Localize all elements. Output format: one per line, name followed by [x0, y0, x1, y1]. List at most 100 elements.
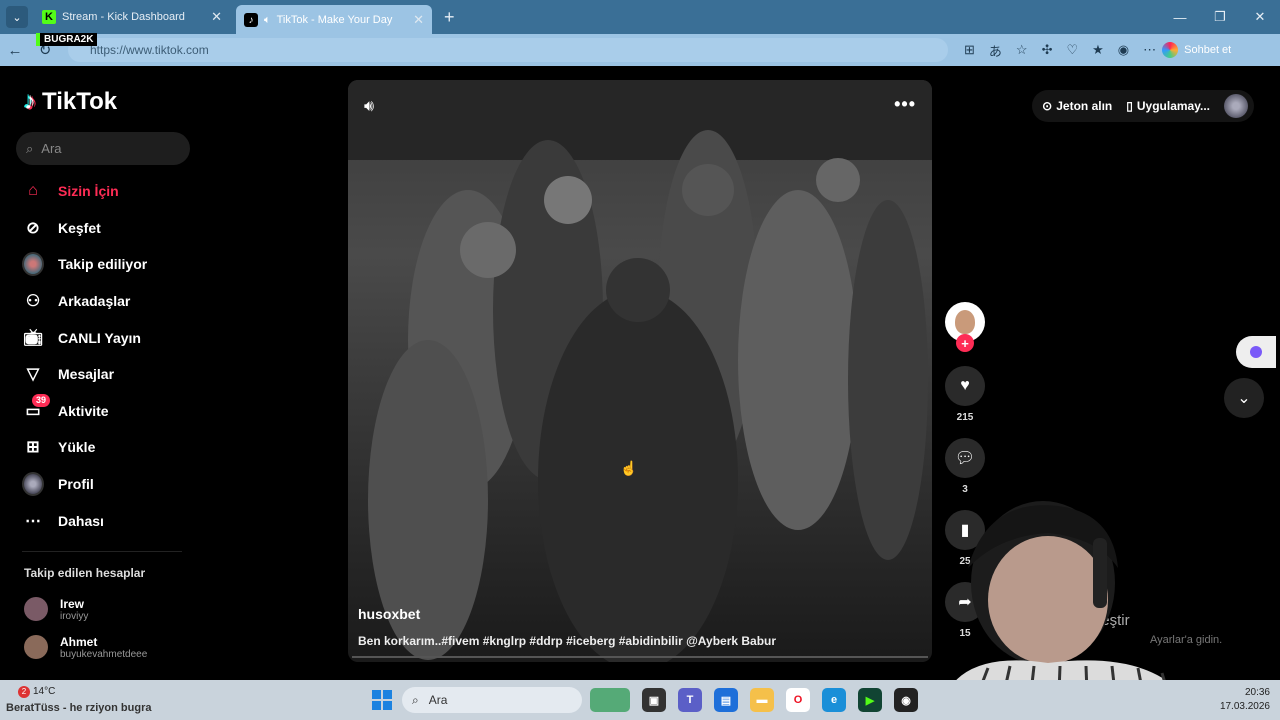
weather-badge: 2: [18, 686, 30, 698]
sidebar-item-upload[interactable]: ⊞ Yükle: [22, 429, 147, 466]
sidebar-item-explore[interactable]: ⊘ Keşfet: [22, 210, 147, 247]
minimize-icon[interactable]: —: [1160, 0, 1200, 34]
side-widget-button[interactable]: [1236, 336, 1276, 368]
logo-text: TikTok: [42, 88, 118, 115]
tab-title: TikTok - Make Your Day: [276, 14, 393, 26]
close-tab-icon[interactable]: ✕: [413, 12, 424, 28]
creator-avatar[interactable]: +: [945, 302, 985, 352]
favorite-star-icon[interactable]: ☆: [1016, 42, 1028, 58]
tab-actions-menu-icon[interactable]: ⌄: [6, 6, 28, 28]
phone-icon: ▯: [1126, 99, 1133, 113]
sidebar-item-profile[interactable]: Profil: [22, 466, 147, 503]
next-video-button[interactable]: ⌄: [1224, 378, 1264, 418]
copilot-chat-button[interactable]: Sohbet et: [1162, 42, 1231, 58]
browser-essentials-icon[interactable]: ♡: [1066, 42, 1078, 58]
video-player[interactable]: 🔊︎ ••• husoxbet Ben korkarım..#fivem #kn…: [348, 80, 932, 662]
activity-badge: 39: [32, 393, 51, 407]
url-field[interactable]: https://www.tiktok.com: [68, 38, 948, 62]
store-icon[interactable]: ▤: [714, 688, 738, 712]
kick-app-icon[interactable]: ▶: [858, 688, 882, 712]
taskbar-search[interactable]: ⌕ Ara: [402, 687, 582, 713]
heart-icon: ♥: [960, 377, 970, 394]
settings-more-icon[interactable]: ⋯: [1143, 42, 1156, 58]
speaker-icon[interactable]: 🔈︎: [264, 14, 271, 27]
apps-icon[interactable]: ⊞: [964, 42, 975, 58]
account-handle: buyukevahmetdeee: [60, 648, 148, 660]
video-caption: Ben korkarım..#fivem #knglrp #ddrp #iceb…: [358, 634, 777, 648]
sidebar-item-label: Arkadaşlar: [58, 293, 131, 310]
tab-title: Stream - Kick Dashboard: [62, 11, 185, 23]
sidebar-nav: ⌂ Sizin İçin ⊘ Keşfet Takip ediliyor ⚇ A…: [22, 173, 147, 539]
send-icon: ▽: [26, 366, 40, 384]
comment-button[interactable]: 💬︎: [945, 438, 985, 478]
comment-icon: 💬︎: [954, 450, 976, 467]
sidebar-item-messages[interactable]: ▽ Mesajlar: [22, 356, 147, 393]
tab-tiktok[interactable]: ♪ 🔈︎ TikTok - Make Your Day ✕: [236, 5, 432, 35]
back-icon[interactable]: ←: [0, 42, 30, 59]
taskbar-apps: ▣ T ▤ ▬ O e ▶ ◉: [590, 688, 918, 712]
follow-plus-icon[interactable]: +: [956, 334, 974, 352]
get-coins-label: Jeton alın: [1056, 99, 1113, 113]
address-bar-icons: ⊞ あ ☆ ✣ ♡ ★ ◉ ⋯: [964, 41, 1156, 60]
inbox-icon: ▭ 39: [22, 393, 51, 422]
sidebar-item-activity[interactable]: ▭ 39 Aktivite: [22, 393, 147, 430]
copilot-icon: [1162, 42, 1179, 58]
file-explorer-icon[interactable]: ▬: [750, 688, 774, 712]
system-clock[interactable]: 20:36 17.03.2026: [1220, 686, 1270, 714]
profile-avatar: [22, 472, 44, 497]
opera-icon[interactable]: O: [786, 688, 810, 712]
user-avatar[interactable]: [1224, 94, 1248, 118]
tiktok-logo[interactable]: ♪ TikTok: [24, 88, 117, 116]
sidebar-item-label: Takip ediliyor: [58, 256, 148, 273]
weather-widget[interactable]: 2 14°C: [18, 686, 55, 698]
kick-favicon-icon: K: [42, 10, 56, 24]
get-coins-button[interactable]: ⊙ Jeton alın: [1042, 99, 1112, 113]
clock-time: 20:36: [1244, 687, 1270, 698]
followed-account[interactable]: Ahmet buyukevahmetdeee: [24, 628, 147, 666]
new-tab-button[interactable]: +: [444, 7, 455, 28]
tiktok-note-icon: ♪: [24, 88, 36, 115]
volume-icon[interactable]: 🔊︎: [364, 98, 374, 116]
home-icon: ⌂: [28, 182, 38, 200]
sidebar-item-friends[interactable]: ⚇ Arkadaşlar: [22, 283, 147, 320]
followed-accounts-title: Takip edilen hesaplar: [24, 566, 146, 580]
video-author[interactable]: husoxbet: [358, 606, 420, 622]
like-button[interactable]: ♥: [945, 366, 985, 406]
sidebar-item-live[interactable]: 📺︎ CANLI Yayın: [22, 319, 147, 356]
clock-date: 17.03.2026: [1219, 701, 1270, 712]
windows-taskbar: 2 14°C BeratTüss - he rziyon bugra ⌕ Ara …: [0, 680, 1280, 720]
search-input[interactable]: ⌕ Ara: [16, 132, 190, 165]
maximize-icon[interactable]: ❐: [1200, 0, 1240, 34]
profile-icon[interactable]: ◉: [1118, 42, 1129, 58]
sidebar-item-more[interactable]: ⋯ Dahası: [22, 502, 147, 539]
account-name: Irew: [60, 596, 85, 611]
get-app-button[interactable]: ▯ Uygulamay...: [1126, 99, 1210, 113]
followed-account[interactable]: Irew iroviyy: [24, 590, 147, 628]
sidebar-item-following[interactable]: Takip ediliyor: [22, 246, 147, 283]
tab-kick-dashboard[interactable]: K Stream - Kick Dashboard ✕: [34, 3, 230, 31]
temperature: 14°C: [33, 686, 56, 697]
followed-accounts-list: Irew iroviyy Ahmet buyukevahmetdeee: [24, 590, 147, 666]
tiktok-favicon-icon: ♪: [244, 13, 258, 27]
video-more-icon[interactable]: •••: [894, 94, 916, 115]
top-right-bar: ⊙ Jeton alın ▯ Uygulamay...: [1032, 90, 1254, 122]
sidebar-item-label: Profil: [58, 476, 94, 493]
edge-icon[interactable]: e: [822, 688, 846, 712]
video-progress-bar[interactable]: [352, 656, 928, 658]
obs-icon[interactable]: ◉: [894, 688, 918, 712]
friends-icon: ⚇: [25, 293, 41, 311]
extensions-icon[interactable]: ✣: [1042, 42, 1053, 58]
upload-icon: ⊞: [26, 439, 40, 457]
favorites-icon[interactable]: ★: [1092, 42, 1104, 58]
more-icon: ⋯: [25, 512, 41, 530]
task-view-icon[interactable]: ▣: [642, 688, 666, 712]
widgets-icon[interactable]: [590, 688, 630, 712]
sidebar-item-label: CANLI Yayın: [58, 329, 141, 346]
start-button[interactable]: [372, 690, 392, 710]
avatar: [24, 597, 48, 621]
close-window-icon[interactable]: ✕: [1240, 0, 1280, 34]
close-tab-icon[interactable]: ✕: [211, 9, 222, 25]
translate-icon[interactable]: あ: [989, 41, 1002, 60]
teams-icon[interactable]: T: [678, 688, 702, 712]
sidebar-item-for-you[interactable]: ⌂ Sizin İçin: [22, 173, 147, 210]
